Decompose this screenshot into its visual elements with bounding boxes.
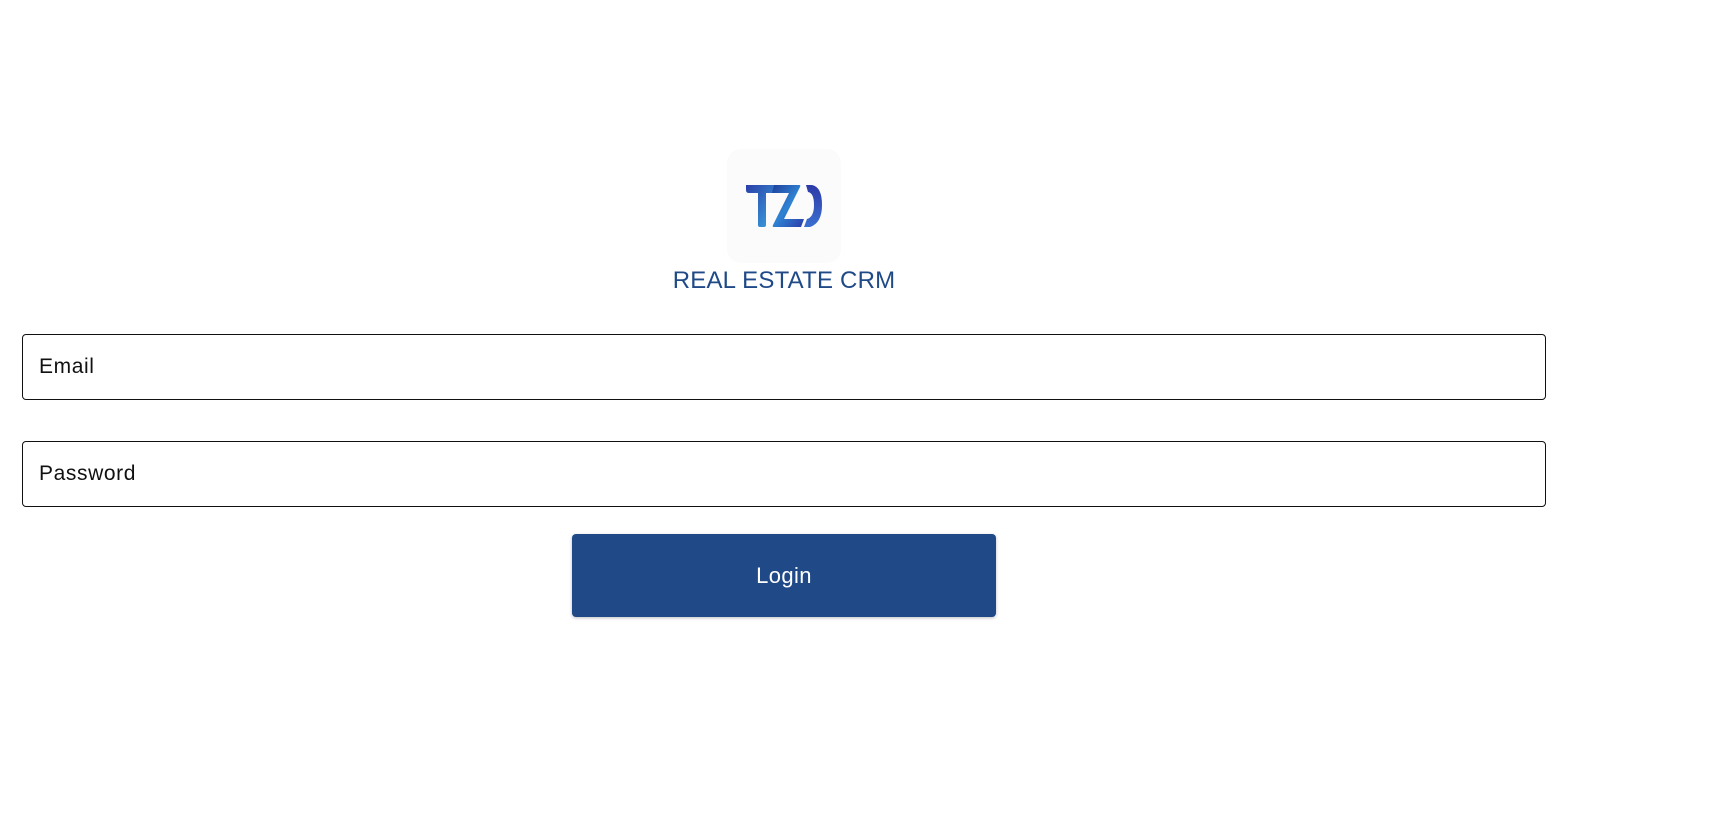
password-field[interactable] (23, 442, 1545, 506)
email-field-container (22, 334, 1546, 400)
login-page: REAL ESTATE CRM Login (0, 0, 1713, 837)
login-button[interactable]: Login (572, 534, 996, 617)
password-field-container (22, 441, 1546, 507)
app-title: REAL ESTATE CRM (672, 267, 896, 294)
tzi-logo-icon (746, 185, 822, 227)
logo (727, 149, 841, 263)
email-field[interactable] (23, 335, 1545, 399)
